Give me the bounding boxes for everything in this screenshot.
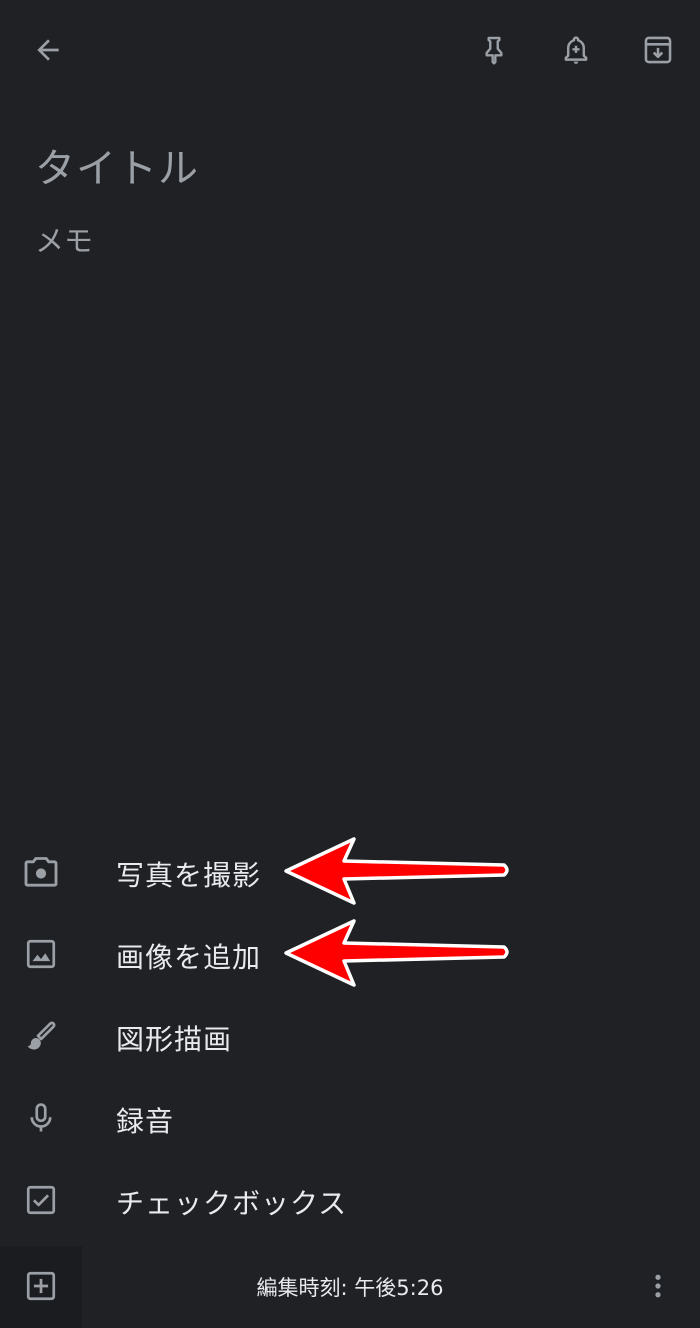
- more-vert-icon: [655, 1274, 661, 1298]
- menu-item-label: 図形描画: [116, 1023, 233, 1056]
- menu-item-label: 録音: [116, 1105, 175, 1138]
- top-toolbar: [0, 0, 700, 100]
- edited-time-label: 編集時刻: 午後5:26: [256, 1276, 444, 1300]
- bottom-bar: 編集時刻: 午後5:26: [0, 1246, 700, 1328]
- menu-item-record-audio[interactable]: 録音: [0, 1078, 700, 1158]
- camera-icon: [24, 857, 58, 887]
- title-input[interactable]: タイトル: [35, 136, 199, 194]
- arrow-left-icon: [37, 39, 59, 61]
- microphone-icon: [30, 1103, 52, 1132]
- annotation-arrow-icon: [284, 919, 509, 987]
- image-icon: [26, 939, 56, 969]
- menu-item-label: チェックボックス: [116, 1187, 348, 1220]
- pin-button[interactable]: [466, 22, 522, 78]
- pin-icon: [485, 36, 503, 65]
- more-options-button[interactable]: [630, 1258, 686, 1314]
- archive-icon: [644, 36, 672, 64]
- note-editor-screen: タイトル メモ 写真を撮影 画像を追加 図形描画 録音 チェックボックス 編集時…: [0, 0, 700, 1328]
- checkbox-icon: [26, 1185, 56, 1215]
- memo-input[interactable]: メモ: [35, 218, 93, 260]
- brush-icon: [27, 1021, 56, 1050]
- back-button[interactable]: [20, 22, 76, 78]
- menu-item-checkboxes[interactable]: チェックボックス: [0, 1160, 700, 1240]
- reminder-button[interactable]: [548, 22, 604, 78]
- menu-item-drawing[interactable]: 図形描画: [0, 996, 700, 1076]
- menu-item-label: 写真を撮影: [116, 859, 262, 892]
- menu-item-label: 画像を追加: [116, 941, 262, 974]
- archive-button[interactable]: [630, 22, 686, 78]
- bell-plus-icon: [564, 36, 588, 64]
- annotation-arrow-icon: [284, 837, 509, 905]
